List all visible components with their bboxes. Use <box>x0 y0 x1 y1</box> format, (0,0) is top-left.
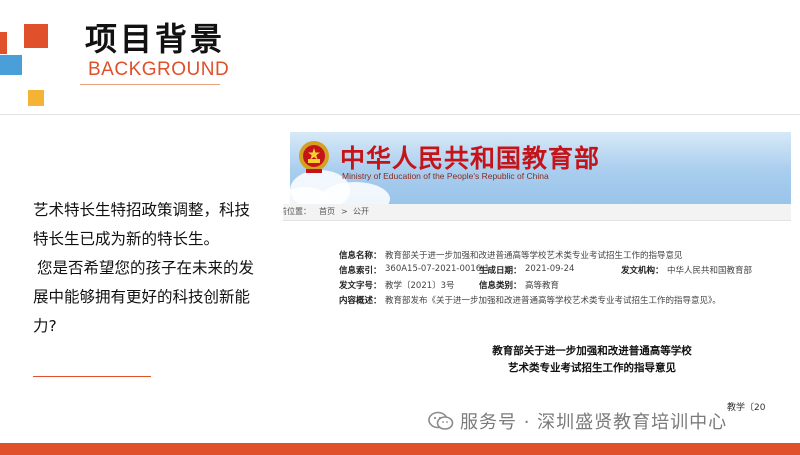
page-title: 项目背景 <box>85 20 226 58</box>
ministry-banner: 中华人民共和国教育部 Ministry of Education of the … <box>290 132 791 204</box>
breadcrumb-separator: > <box>341 207 348 216</box>
info-org-label: 发文机构： <box>621 266 664 276</box>
ministry-name-english: Ministry of Education of the People's Re… <box>342 171 549 181</box>
document-title-line-1: 教育部关于进一步加强和改进普通高等学校 <box>492 345 692 357</box>
body-text: 艺术特长生特招政策调整，科技特长生已成为新的特长生。 您是否希望您的孩子在未来的… <box>33 196 263 341</box>
header-divider <box>0 114 800 115</box>
wechat-icon <box>428 411 454 430</box>
breadcrumb-home[interactable]: 首页 <box>319 204 335 220</box>
watermark-text: 服务号 · 深圳盛贤教育培训中心 <box>460 412 728 433</box>
info-number-label: 发文字号： <box>339 281 382 291</box>
deco-square-blue <box>0 55 22 75</box>
info-category-value: 高等教育 <box>525 281 560 291</box>
breadcrumb: 当前位置： 首页 > 公开 <box>283 204 791 221</box>
info-name-value: 教育部关于进一步加强和改进普通高等学校艺术类专业考试招生工作的指导意见 <box>385 251 683 261</box>
info-row: 内容概述： 教育部发布《关于进一步加强和改进普通高等学校艺术类专业考试招生工作的… <box>339 294 779 307</box>
info-index-label: 信息索引： <box>339 266 382 276</box>
info-date-value: 2021-09-24 <box>525 264 575 274</box>
body-paragraph-1: 艺术特长生特招政策调整，科技特长生已成为新的特长生。 <box>33 201 251 248</box>
document-title-line-2: 艺术类专业考试招生工作的指导意见 <box>508 362 676 374</box>
info-index-value: 360A15-07-2021-0016-1 <box>385 264 490 274</box>
info-org-value: 中华人民共和国教育部 <box>667 266 753 276</box>
info-row: 发文字号： 教学〔2021〕3号 信息类别： 高等教育 <box>339 279 779 292</box>
ministry-page-screenshot: 中华人民共和国教育部 Ministry of Education of the … <box>283 132 791 428</box>
breadcrumb-prefix: 当前位置： <box>283 207 311 216</box>
info-row: 信息名称： 教育部关于进一步加强和改进普通高等学校艺术类专业考试招生工作的指导意… <box>339 249 779 262</box>
document-title: 教育部关于进一步加强和改进普通高等学校 艺术类专业考试招生工作的指导意见 <box>283 343 791 377</box>
info-number-value: 教学〔2021〕3号 <box>385 281 455 291</box>
deco-square-yellow <box>28 90 44 106</box>
document-number: 教学〔20 <box>727 403 766 413</box>
info-name-label: 信息名称： <box>339 251 382 261</box>
page-subtitle: BACKGROUND <box>88 59 230 80</box>
subtitle-underline <box>80 84 220 85</box>
info-summary-label: 内容概述： <box>339 296 382 306</box>
info-date-label: 生成日期： <box>479 266 522 276</box>
deco-square-orange-large <box>24 24 48 48</box>
body-divider <box>33 376 151 377</box>
national-emblem-icon <box>299 141 329 173</box>
info-category-label: 信息类别： <box>479 281 522 291</box>
deco-square-orange-small <box>0 32 7 54</box>
info-summary-value: 教育部发布《关于进一步加强和改进普通高等学校艺术类专业考试招生工作的指导意见》。 <box>385 296 721 306</box>
breadcrumb-current[interactable]: 公开 <box>353 204 369 220</box>
body-paragraph-2: 您是否希望您的孩子在未来的发展中能够拥有更好的科技创新能力? <box>33 259 255 335</box>
info-row: 信息索引： 360A15-07-2021-0016-1 生成日期： 2021-0… <box>339 264 779 277</box>
bottom-accent-bar <box>0 443 800 455</box>
ministry-name-chinese: 中华人民共和国教育部 <box>340 144 601 173</box>
